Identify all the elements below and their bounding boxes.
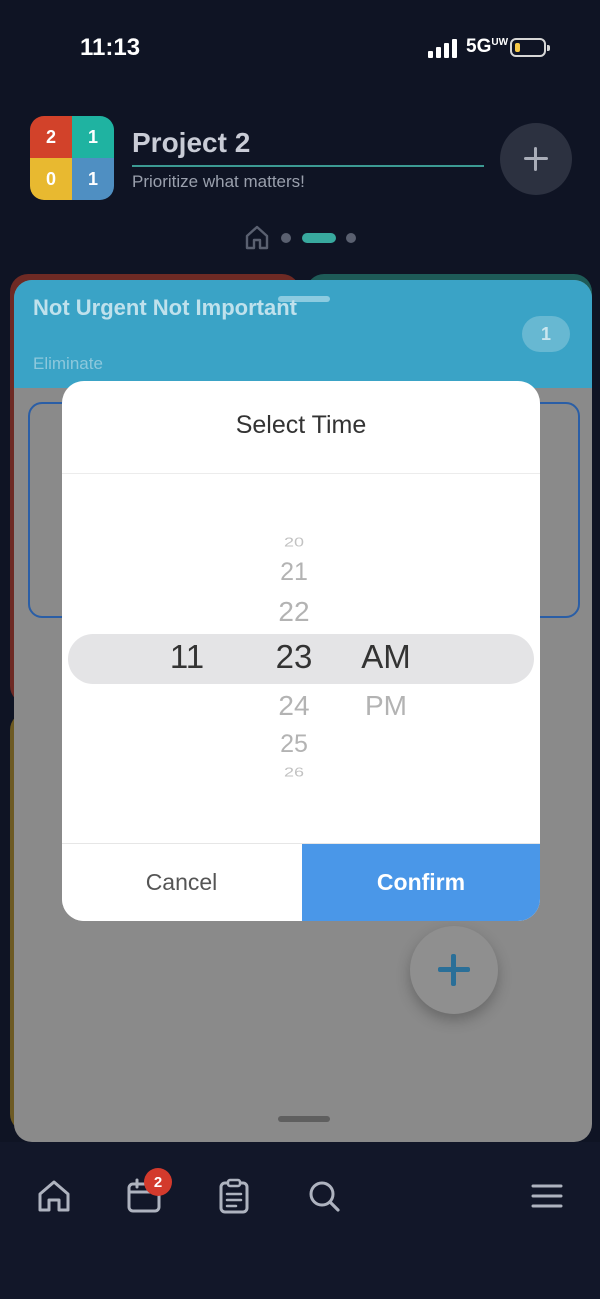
- minute-option[interactable]: 24: [254, 690, 334, 722]
- calendar-badge: 2: [144, 1168, 172, 1196]
- time-picker[interactable]: 11 20 21 22 23 24 25 26 AM PM: [62, 474, 540, 844]
- task-count-badge: 1: [522, 316, 570, 352]
- status-bar: 11:13 5GUW: [0, 0, 600, 96]
- project-logo[interactable]: 2 1 0 1: [30, 116, 114, 200]
- search-icon[interactable]: [304, 1176, 344, 1216]
- minute-option[interactable]: 26: [254, 765, 334, 780]
- logo-cell-urgent-not-important: 0: [30, 158, 72, 200]
- hour-selected[interactable]: 11: [147, 638, 227, 676]
- battery-icon: [510, 38, 550, 57]
- dialog-title: Select Time: [235, 411, 367, 439]
- network-indicator: 5GUW: [466, 36, 509, 57]
- page-dot: [346, 233, 356, 243]
- minute-selected[interactable]: 23: [254, 638, 334, 676]
- bottom-navigation: [0, 1142, 600, 1299]
- logo-cell-not-urgent-important: 1: [72, 116, 114, 158]
- period-selected[interactable]: AM: [346, 638, 426, 676]
- period-option[interactable]: PM: [346, 690, 426, 722]
- status-time: 11:13: [80, 34, 141, 61]
- page-dot: [281, 233, 291, 243]
- title-underline: [132, 165, 484, 167]
- card-title: Not Urgent Not Important: [33, 295, 297, 320]
- signal-icon: [428, 38, 460, 58]
- project-subtitle: Prioritize what matters!: [132, 172, 305, 191]
- card-subtitle: Eliminate: [33, 354, 103, 373]
- minute-option[interactable]: 25: [254, 730, 334, 759]
- confirm-button[interactable]: Confirm: [302, 844, 540, 921]
- add-project-button[interactable]: [500, 123, 572, 195]
- card-header: Not Urgent Not Important Eliminate 1: [14, 280, 592, 388]
- home-page-icon: [245, 225, 269, 250]
- time-picker-dialog: Select Time 11 20 21 22 23 24 25 26 AM P…: [62, 381, 540, 921]
- minute-option[interactable]: 20: [254, 535, 334, 550]
- page-dot-active: [302, 233, 336, 243]
- home-icon[interactable]: [34, 1176, 74, 1216]
- plus-icon: [438, 954, 470, 986]
- page-indicator[interactable]: [244, 224, 364, 252]
- cancel-button[interactable]: Cancel: [62, 844, 301, 921]
- project-title[interactable]: Project 2: [132, 127, 250, 159]
- plus-icon: [524, 147, 548, 171]
- minute-option[interactable]: 21: [254, 558, 334, 587]
- add-task-button[interactable]: [410, 926, 498, 1014]
- menu-icon[interactable]: [527, 1176, 567, 1216]
- minute-option[interactable]: 22: [254, 596, 334, 628]
- logo-cell-not-urgent-not-important: 1: [72, 158, 114, 200]
- bottom-drag-handle[interactable]: [278, 1116, 330, 1122]
- logo-cell-urgent-important: 2: [30, 116, 72, 158]
- clipboard-icon[interactable]: [214, 1176, 254, 1216]
